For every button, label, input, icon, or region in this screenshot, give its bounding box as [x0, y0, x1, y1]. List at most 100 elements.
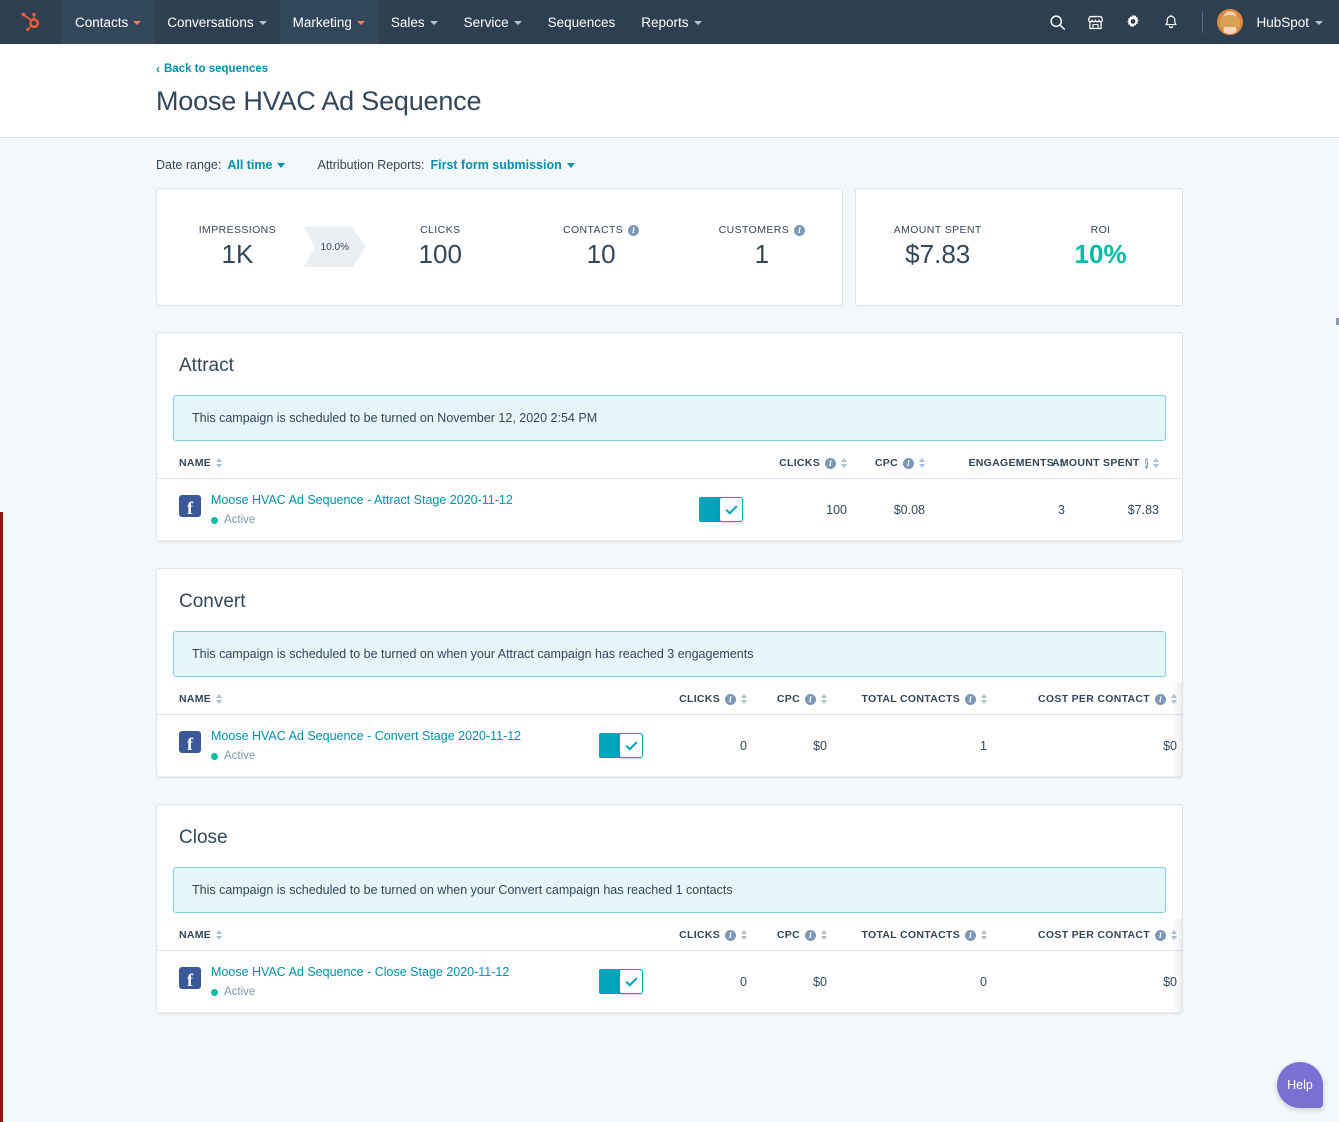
info-icon[interactable]: i — [965, 929, 976, 941]
campaign-name-link[interactable]: Moose HVAC Ad Sequence - Attract Stage 2… — [211, 493, 513, 507]
campaign-name-cell: f Moose HVAC Ad Sequence - Convert Stage… — [157, 714, 657, 777]
column-header-name[interactable]: NAME — [157, 919, 657, 951]
attribution-label: Attribution Reports: — [317, 158, 425, 172]
hubspot-logo-button[interactable] — [0, 0, 62, 44]
stage-card-attract: Attract This campaign is scheduled to be… — [156, 332, 1183, 542]
stage-title: Close — [179, 827, 228, 848]
nav-item-sequences[interactable]: Sequences — [535, 0, 629, 44]
nav-label: Contacts — [75, 14, 129, 30]
marketplace-icon[interactable] — [1078, 0, 1112, 44]
table-header-row: NAME CLICKS i — [157, 447, 1181, 479]
info-icon[interactable]: i — [965, 693, 976, 705]
info-icon[interactable]: i — [1144, 457, 1148, 469]
metric-label-text: CLICKS — [420, 224, 461, 237]
sort-icon[interactable] — [841, 458, 847, 468]
funnel-summary-card: IMPRESSIONS 1K 10.0% CLICKS 100 CONTACTS… — [156, 188, 844, 306]
settings-gear-icon[interactable] — [1116, 0, 1150, 44]
total-contacts-value: 0 — [827, 950, 987, 1013]
column-header-cpc[interactable]: CPC i — [847, 447, 925, 479]
info-icon[interactable]: i — [725, 929, 736, 941]
column-header-total-contacts[interactable]: TOTAL CONTACTS i — [827, 919, 987, 951]
stage-table-scroll[interactable]: NAME CLICKS i — [157, 447, 1182, 541]
main-nav-items: Contacts Conversations Marketing Sales S… — [62, 0, 715, 44]
sort-icon[interactable] — [741, 694, 747, 704]
notifications-bell-icon[interactable] — [1154, 0, 1188, 44]
metric-label: IMPRESSIONS — [157, 224, 318, 236]
metric-label: CLICKS — [360, 224, 521, 236]
search-icon[interactable] — [1040, 0, 1074, 44]
sort-icon[interactable] — [216, 694, 223, 704]
column-header-clicks[interactable]: CLICKS i — [657, 919, 747, 951]
info-icon[interactable]: i — [903, 457, 914, 469]
sort-icon[interactable] — [821, 694, 827, 704]
clicks-value: 0 — [657, 714, 747, 777]
column-header-engagements[interactable]: ENGAGEMENTS — [925, 447, 1065, 479]
nav-label: Service — [463, 14, 509, 30]
column-header-amount[interactable]: AMOUNT — [1177, 919, 1182, 951]
info-icon[interactable]: i — [1155, 929, 1166, 941]
column-header-clicks[interactable]: CLICKS i — [757, 447, 847, 479]
info-icon[interactable]: i — [794, 224, 806, 236]
check-icon — [625, 974, 638, 987]
campaign-name-link[interactable]: Moose HVAC Ad Sequence - Convert Stage 2… — [211, 729, 521, 743]
column-header-clicks[interactable]: CLICKS i — [657, 683, 747, 715]
column-header-cpc[interactable]: CPC i — [747, 919, 827, 951]
column-header-cpc[interactable]: CPC i — [747, 683, 827, 715]
sort-icon[interactable] — [216, 930, 223, 940]
cpc-value: $0 — [747, 714, 827, 777]
nav-right-actions: HubSpot — [1040, 0, 1339, 44]
back-to-sequences-link[interactable]: ‹ Back to sequences — [156, 63, 268, 75]
sort-icon[interactable] — [919, 458, 925, 468]
stage-table: NAME CLICKS i — [157, 919, 1182, 1013]
check-icon — [725, 502, 738, 515]
nav-item-marketing[interactable]: Marketing — [279, 0, 378, 44]
column-label: COST PER CONTACT — [1038, 929, 1150, 941]
sort-icon[interactable] — [821, 930, 827, 940]
nav-item-sales[interactable]: Sales — [378, 0, 451, 44]
info-icon[interactable]: i — [628, 224, 640, 236]
info-icon[interactable]: i — [725, 693, 736, 705]
stage-table-scroll[interactable]: NAME CLICKS i — [157, 919, 1182, 1013]
info-icon[interactable]: i — [805, 693, 816, 705]
sort-icon[interactable] — [1153, 458, 1159, 468]
attribution-value: First form submission — [430, 158, 562, 172]
info-icon[interactable]: i — [1155, 693, 1166, 705]
table-row: f Moose HVAC Ad Sequence - Attract Stage… — [157, 478, 1181, 541]
nav-item-service[interactable]: Service — [451, 0, 535, 44]
nav-item-conversations[interactable]: Conversations — [154, 0, 279, 44]
campaign-name-cell: f Moose HVAC Ad Sequence - Attract Stage… — [157, 478, 757, 541]
date-range-dropdown[interactable]: All time — [227, 158, 286, 172]
sort-icon[interactable] — [981, 930, 987, 940]
info-icon[interactable]: i — [805, 929, 816, 941]
attribution-dropdown[interactable]: First form submission — [430, 158, 575, 172]
stage-card-close: Close This campaign is scheduled to be t… — [156, 804, 1183, 1014]
chevron-down-icon — [429, 21, 438, 25]
account-menu-button[interactable]: HubSpot — [1256, 15, 1323, 30]
column-header-amount[interactable]: AMOUNT — [1177, 683, 1182, 715]
table-header-row: NAME CLICKS i — [157, 683, 1182, 715]
nav-item-reports[interactable]: Reports — [628, 0, 714, 44]
stage-title: Attract — [179, 355, 234, 376]
sort-icon[interactable] — [1171, 930, 1177, 940]
sort-icon[interactable] — [1171, 694, 1177, 704]
sort-icon[interactable] — [741, 930, 747, 940]
column-header-name[interactable]: NAME — [157, 683, 657, 715]
column-header-amount-spent[interactable]: AMOUNT SPENT i — [1052, 447, 1181, 479]
campaign-active-toggle[interactable] — [599, 733, 643, 758]
info-icon[interactable]: i — [825, 457, 836, 469]
campaign-active-toggle[interactable] — [599, 969, 643, 994]
campaign-name-link[interactable]: Moose HVAC Ad Sequence - Close Stage 202… — [211, 965, 509, 979]
column-header-name[interactable]: NAME — [157, 447, 757, 479]
sort-icon[interactable] — [981, 694, 987, 704]
sort-icon[interactable] — [216, 458, 223, 468]
amount-value — [1177, 950, 1182, 1013]
column-header-total-contacts[interactable]: TOTAL CONTACTS i — [827, 683, 987, 715]
column-header-cost-per-contact[interactable]: COST PER CONTACT i — [987, 683, 1177, 715]
window-edge-artifact — [0, 512, 3, 1122]
nav-item-contacts[interactable]: Contacts — [62, 0, 155, 44]
stage-table-scroll[interactable]: NAME CLICKS i — [157, 683, 1182, 777]
avatar[interactable] — [1217, 9, 1244, 35]
column-header-cost-per-contact[interactable]: COST PER CONTACT i — [987, 919, 1177, 951]
help-button[interactable]: Help — [1277, 1062, 1323, 1108]
campaign-active-toggle[interactable] — [699, 497, 743, 522]
